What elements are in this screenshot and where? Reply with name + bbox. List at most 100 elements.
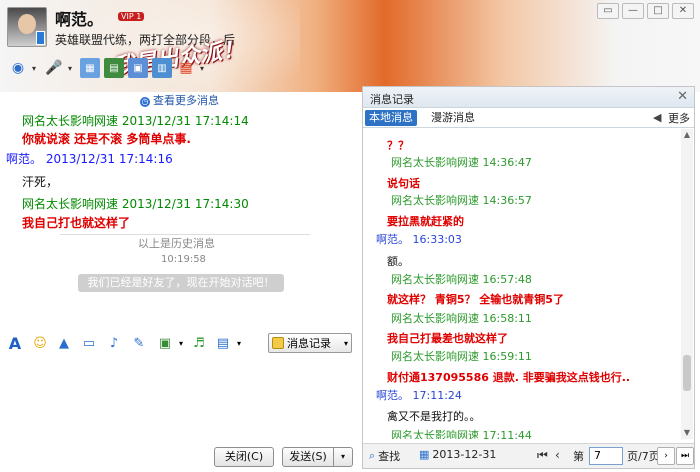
record-text: 财付通137095586 退款. 非要骗我这点钱也行.. bbox=[387, 371, 631, 384]
minimize-button[interactable]: — bbox=[622, 3, 644, 19]
emoji-icon[interactable]: ☺ bbox=[31, 334, 49, 352]
chevron-down-icon[interactable]: ▾ bbox=[200, 64, 204, 73]
send-options-button[interactable]: ▾ bbox=[333, 447, 353, 467]
record-header: 网名太长影响网速 16:59:11 bbox=[391, 350, 532, 363]
search-icon: ⌕ bbox=[369, 449, 376, 462]
message-header: 网名太长影响网速 2013/12/31 17:14:14 bbox=[22, 112, 249, 129]
sender-name[interactable]: 啊范。 bbox=[6, 152, 42, 166]
history-icon bbox=[272, 337, 284, 349]
message-time: 2013/12/31 17:14:16 bbox=[45, 152, 173, 166]
clock-icon: ◷ bbox=[140, 97, 150, 107]
chevron-down-icon[interactable]: ▾ bbox=[68, 64, 72, 73]
first-page-icon[interactable]: ⏮ bbox=[537, 448, 548, 463]
message-header: 啊范。 2013/12/31 17:14:16 bbox=[6, 150, 173, 167]
record-text: ？？ bbox=[387, 139, 409, 152]
message-header: 网名太长影响网速 2013/12/31 17:14:30 bbox=[22, 195, 249, 212]
message-history-button[interactable]: 消息记录 ▾ bbox=[268, 333, 352, 353]
record-header: 网名太长影响网速 16:58:11 bbox=[391, 312, 532, 325]
scroll-up-icon[interactable]: ▲ bbox=[681, 129, 693, 141]
top-toolbar: ◉ ▾ 🎤 ▾ ▦ ▤ ▣ ▥ ▦ ▾ bbox=[8, 58, 208, 78]
history-time: 10:19:58 bbox=[161, 254, 206, 265]
message-history-panel: 消息记录 ✕ 本地消息 漫游消息 ◀ 更多 ？？ 网名太长影响网速 14:36:… bbox=[362, 86, 695, 469]
chevron-down-icon[interactable]: ▾ bbox=[32, 64, 36, 73]
speaker-icon[interactable]: ◀ bbox=[653, 112, 665, 124]
contact-name[interactable]: 啊范。 bbox=[55, 6, 103, 30]
record-text: 要拉黑就赶紧的 bbox=[387, 215, 464, 228]
date-value: 2013-12-31 bbox=[432, 448, 497, 461]
history-divider: 以上是历史消息 bbox=[132, 235, 221, 251]
record-text: 就这样？ 青铜5？ 全输也就青铜5了 bbox=[387, 293, 564, 306]
more-messages-label[interactable]: 查看更多消息 bbox=[153, 94, 219, 107]
image-icon[interactable]: ▦ bbox=[80, 58, 101, 78]
date-picker[interactable]: ▦ 2013-12-31 bbox=[419, 448, 496, 461]
send-button[interactable]: 发送(S) bbox=[282, 447, 334, 467]
history-record-list: ？？ 网名太长影响网速 14:36:47 说句话 网名太长影响网速 14:36:… bbox=[363, 129, 681, 439]
next-page-icon[interactable]: › bbox=[657, 447, 675, 465]
history-footer: ⌕ 查找 ▦ 2013-12-31 ⏮ ‹ 第 7 页/7页 › ⏭ bbox=[363, 443, 694, 468]
record-text: 说句话 bbox=[387, 177, 420, 190]
share-screen-icon[interactable]: ▤ bbox=[104, 58, 125, 78]
music-icon[interactable]: ♬ bbox=[190, 334, 208, 352]
font-icon[interactable]: A bbox=[6, 334, 24, 353]
page-suffix: 页/7页 bbox=[627, 450, 660, 463]
record-text: 我自己打最差也就这样了 bbox=[387, 332, 508, 345]
calendar-icon: ▦ bbox=[419, 448, 430, 461]
message-text: 我自己打也就这样了 bbox=[22, 216, 131, 230]
window-controls: ▭ — □ ✕ bbox=[597, 3, 694, 19]
message-time: 2013/12/31 17:14:14 bbox=[121, 114, 249, 128]
maximize-button[interactable]: □ bbox=[647, 3, 669, 19]
search-button[interactable]: ⌕ 查找 bbox=[369, 448, 400, 464]
apps-icon[interactable]: ▦ bbox=[176, 58, 196, 78]
scroll-down-icon[interactable]: ▼ bbox=[681, 427, 693, 439]
record-header: 网名太长影响网速 17:11:44 bbox=[391, 429, 532, 439]
close-button[interactable]: 关闭(C) bbox=[214, 447, 274, 467]
record-header: 啊范。 17:11:24 bbox=[376, 389, 462, 402]
close-icon[interactable]: ✕ bbox=[677, 89, 688, 104]
message-input[interactable] bbox=[0, 358, 360, 440]
close-window-button[interactable]: ✕ bbox=[672, 3, 694, 19]
record-text: 禽又不是我打的。。 bbox=[387, 410, 481, 423]
tab-local-messages[interactable]: 本地消息 bbox=[365, 110, 417, 126]
more-messages-link[interactable]: ◷ 查看更多消息 bbox=[140, 92, 219, 108]
page-prefix: 第 bbox=[573, 450, 584, 463]
search-label: 查找 bbox=[378, 450, 401, 463]
panel-tabs: 本地消息 漫游消息 ◀ 更多 bbox=[363, 108, 694, 128]
panel-title: 消息记录 bbox=[370, 93, 414, 106]
note-icon[interactable]: ✎ bbox=[130, 334, 148, 352]
sender-name[interactable]: 网名太长影响网速 bbox=[22, 197, 118, 211]
chat-header: 啊范。 VIP 1 英雄联盟代练，两打全部分段，后 我是出众派！ ▭ — □ ✕… bbox=[0, 0, 700, 92]
chat-messages: ◷ 查看更多消息 网名太长影响网速 2013/12/31 17:14:14 你就说… bbox=[0, 92, 360, 330]
message-text: 你就说滚 还是不滚 多筒单点事. bbox=[22, 132, 191, 146]
chevron-down-icon[interactable]: ▾ bbox=[344, 339, 348, 348]
voice-message-icon[interactable]: ♪ bbox=[105, 334, 123, 352]
record-header: 网名太长影响网速 14:36:47 bbox=[391, 156, 532, 169]
sender-name[interactable]: 网名太长影响网速 bbox=[22, 114, 118, 128]
remote-desktop-icon[interactable]: ▣ bbox=[128, 58, 149, 78]
shake-icon[interactable]: ▲ bbox=[55, 334, 73, 352]
last-page-icon[interactable]: ⏭ bbox=[676, 447, 694, 465]
message-time: 2013/12/31 17:14:30 bbox=[121, 197, 249, 211]
chevron-down-icon[interactable]: ▾ bbox=[172, 334, 190, 352]
panel-title-bar: 消息记录 ✕ bbox=[363, 87, 694, 108]
page-input[interactable]: 7 bbox=[589, 447, 623, 465]
gif-icon[interactable]: ▭ bbox=[80, 334, 98, 352]
scroll-thumb[interactable] bbox=[683, 355, 691, 391]
microphone-icon[interactable]: 🎤 bbox=[44, 58, 64, 78]
record-header: 网名太长影响网速 16:57:48 bbox=[391, 273, 532, 286]
chevron-down-icon[interactable]: ▾ bbox=[230, 334, 248, 352]
record-header: 啊范。 16:33:03 bbox=[376, 233, 462, 246]
message-text: 汗死， bbox=[22, 175, 59, 189]
restore-button[interactable]: ▭ bbox=[597, 3, 619, 19]
avatar[interactable] bbox=[7, 7, 47, 47]
group-icon[interactable]: ▥ bbox=[152, 58, 173, 78]
vip-badge[interactable]: VIP 1 bbox=[118, 12, 145, 21]
more-options[interactable]: ◀ 更多 bbox=[653, 110, 690, 126]
avatar-face bbox=[18, 14, 36, 34]
history-scrollbar[interactable]: ▲ ▼ bbox=[681, 129, 693, 439]
record-header: 网名太长影响网速 14:36:57 bbox=[391, 194, 532, 207]
prev-page-icon[interactable]: ‹ bbox=[555, 448, 560, 462]
more-label[interactable]: 更多 bbox=[668, 110, 690, 126]
webcam-icon[interactable]: ◉ bbox=[8, 58, 28, 78]
history-button-label: 消息记录 bbox=[287, 337, 331, 350]
tab-roaming-messages[interactable]: 漫游消息 bbox=[427, 110, 479, 126]
